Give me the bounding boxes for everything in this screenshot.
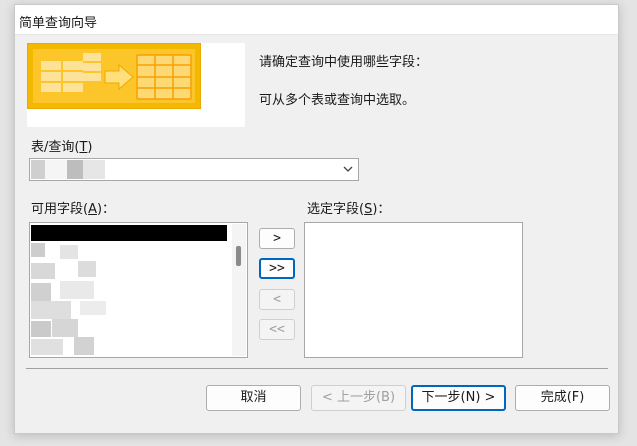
chevron-down-icon[interactable]	[341, 162, 355, 176]
redacted-field	[60, 245, 78, 259]
redacted-field	[60, 281, 94, 299]
redacted-field	[80, 301, 106, 315]
selected-fields-list[interactable]	[304, 222, 523, 358]
prompt-text-1: 请确定查询中使用哪些字段：	[259, 55, 429, 70]
cancel-button[interactable]: 取消	[206, 385, 301, 411]
remove-all-fields-button[interactable]: <<	[259, 319, 295, 340]
remove-field-button[interactable]: <	[259, 289, 295, 310]
redacted-field	[31, 243, 45, 257]
simple-query-wizard-dialog: 简单查询向导 请确定查询中使用哪些字段： 可从多个表或查询中选取。 表/查询(T…	[14, 4, 619, 434]
footer-divider	[26, 368, 608, 369]
finish-button[interactable]: 完成(F)	[515, 385, 610, 411]
scrollbar-thumb[interactable]	[236, 246, 241, 266]
redacted-table-name	[31, 160, 191, 179]
table-query-label: 表/查询(T)	[31, 140, 93, 155]
next-button[interactable]: 下一步(N) >	[411, 385, 506, 411]
table-query-dropdown[interactable]	[29, 158, 359, 181]
dialog-title: 简单查询向导	[19, 16, 98, 31]
add-field-button[interactable]: >	[259, 228, 295, 249]
redacted-field	[31, 321, 51, 337]
add-all-fields-button[interactable]: >>	[259, 258, 295, 279]
vertical-scrollbar[interactable]	[232, 224, 246, 356]
title-bar: 简单查询向导	[15, 5, 618, 35]
back-button[interactable]: < 上一步(B)	[311, 385, 406, 411]
selected-field-row-redacted[interactable]	[31, 225, 227, 241]
prompt-text-2: 可从多个表或查询中选取。	[259, 93, 416, 108]
redacted-field	[31, 301, 71, 319]
redacted-field	[52, 319, 78, 337]
available-fields-label: 可用字段(A)：	[31, 202, 116, 217]
table-transfer-icon	[27, 43, 201, 109]
redacted-field	[31, 283, 51, 301]
redacted-field	[31, 339, 63, 355]
available-fields-list[interactable]	[29, 222, 248, 358]
redacted-field	[78, 261, 96, 277]
redacted-field	[31, 263, 55, 279]
redacted-field	[74, 337, 94, 355]
wizard-illustration	[27, 43, 245, 127]
selected-fields-label: 选定字段(S)：	[307, 202, 391, 217]
